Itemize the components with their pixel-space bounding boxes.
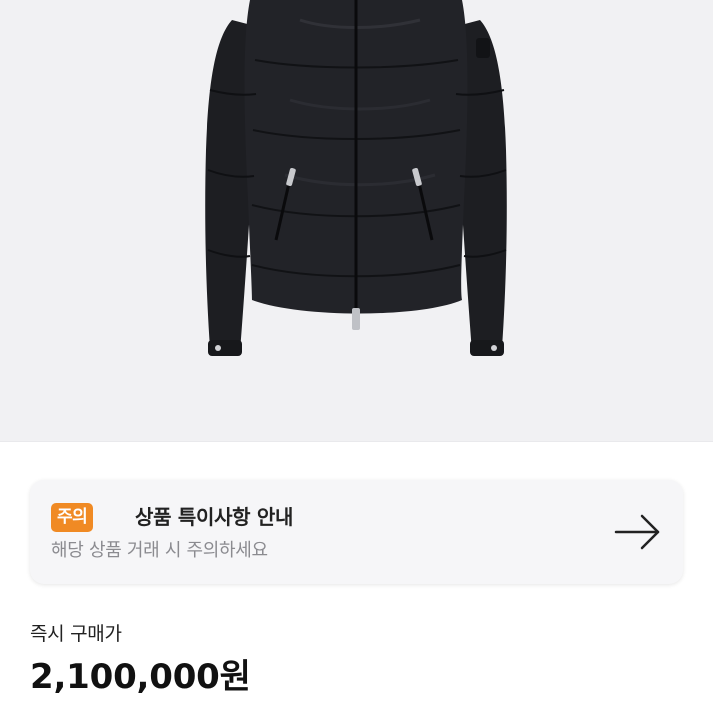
- notice-title: 상품 특이사항 안내: [135, 505, 294, 529]
- caution-badge: 주의: [51, 503, 94, 532]
- down-jacket-image: [0, 0, 713, 441]
- section-divider: [0, 441, 713, 442]
- product-detail-page: 주의 상품 특이사항 안내 해당 상품 거래 시 주의하세요 즉시 구매가 2,…: [0, 0, 713, 713]
- product-image[interactable]: [0, 0, 713, 441]
- instant-buy-price-value: 2,100,000원: [30, 657, 251, 697]
- arrow-right-icon[interactable]: [614, 512, 662, 552]
- instant-buy-price-label: 즉시 구매가: [30, 623, 122, 645]
- product-notice-card[interactable]: 주의 상품 특이사항 안내 해당 상품 거래 시 주의하세요: [30, 480, 683, 584]
- notice-subtitle: 해당 상품 거래 시 주의하세요: [51, 540, 268, 561]
